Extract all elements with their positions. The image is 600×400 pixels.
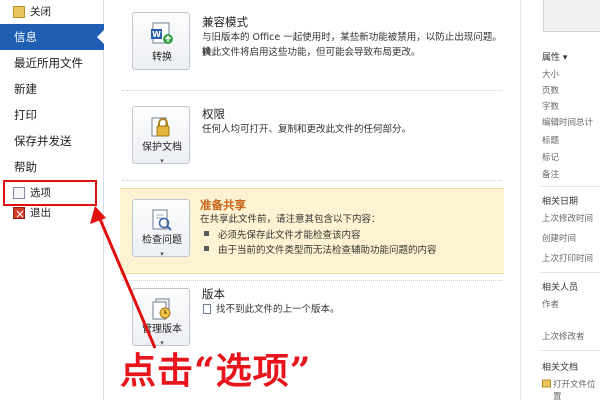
people-last-modified-by: 上次修改者 [542, 332, 585, 342]
prop-edit-time: 编辑时间总计 [542, 118, 594, 128]
prop-pages: 页数 [542, 86, 560, 96]
folder-icon [13, 6, 25, 18]
section-divider [122, 280, 502, 281]
permissions-section: 保护文档 ▾ 权限 任何人均可打开、复制和更改此文件的任何部分。 [122, 98, 502, 172]
prop-words: 字数 [542, 102, 560, 112]
word-convert-icon: W [151, 22, 173, 44]
prop-comments[interactable]: 备注 [542, 168, 559, 180]
convert-button[interactable]: W 转换 [132, 12, 190, 70]
nav-info-label: 信息 [14, 30, 37, 44]
prepare-bullet: 必须先保存此文件才能检查该内容 [204, 227, 361, 241]
nav-exit[interactable]: 退出 [0, 203, 104, 224]
nav-new-label: 新建 [14, 82, 37, 96]
nav-exit-label: 退出 [30, 207, 51, 219]
panel-divider [541, 272, 600, 273]
prepare-section: 检查问题 ▾ 准备共享 在共享此文件前，请注意其包含以下内容： 必须先保存此文件… [120, 188, 504, 274]
compat-section: W 转换 兼容模式 与旧版本的 Office 一起使用时，某些新功能被禁用，以防… [122, 10, 502, 80]
open-file-location-link[interactable]: 打开文件位置 [553, 378, 600, 400]
date-created: 创建时间 [542, 234, 577, 244]
prop-size: 大小 [542, 70, 560, 80]
nav-print-label: 打印 [14, 108, 37, 122]
versions-title: 版本 [202, 287, 225, 301]
people-author: 作者 [542, 300, 560, 310]
prepare-bullet: 由于当前的文件类型而无法检查辅助功能问题的内容 [204, 242, 437, 256]
nav-save-send-label: 保存并发送 [14, 134, 72, 148]
people-header: 相关人员 [542, 283, 579, 293]
exit-icon [13, 204, 25, 224]
panel-divider [541, 186, 600, 187]
prepare-desc: 在共享此文件前，请注意其包含以下内容： [200, 214, 381, 225]
compat-desc-2: 换此文件将启用这些功能，但可能会导致布局更改。 [202, 47, 421, 58]
version-doc-icon [203, 304, 211, 314]
nav-new[interactable]: 新建 [0, 76, 104, 102]
document-thumbnail [543, 0, 600, 32]
lock-icon [151, 117, 170, 137]
permissions-desc: 任何人均可打开、复制和更改此文件的任何部分。 [202, 124, 412, 135]
check-issues-button[interactable]: 检查问题 ▾ [132, 199, 190, 258]
info-panel: W 转换 兼容模式 与旧版本的 Office 一起使用时，某些新功能被禁用，以防… [104, 0, 520, 400]
date-modified: 上次修改时间 [542, 214, 594, 224]
prop-title[interactable]: 标题 [542, 134, 559, 146]
manage-versions-button[interactable]: 管理版本 ▾ [132, 288, 190, 347]
svg-text:W: W [152, 30, 161, 39]
protect-document-button[interactable]: 保护文档 ▾ [132, 106, 190, 165]
options-highlight-box [3, 180, 97, 206]
nav-close-label: 关闭 [30, 6, 51, 18]
prop-tags[interactable]: 标记 [542, 151, 559, 163]
convert-label: 转换 [152, 52, 172, 63]
dates-header: 相关日期 [542, 197, 579, 207]
versions-desc: 找不到此文件的上一个版本。 [216, 304, 340, 315]
annotation-text: 点击“选项” [120, 350, 312, 392]
nav-info[interactable]: 信息 [0, 24, 105, 50]
permissions-title: 权限 [202, 107, 225, 121]
inspect-document-icon [152, 209, 172, 231]
folder-icon [542, 379, 551, 388]
nav-save-send[interactable]: 保存并发送 [0, 128, 104, 154]
chevron-down-icon: ▾ [160, 157, 164, 165]
nav-print[interactable]: 打印 [0, 102, 104, 128]
check-issues-label: 检查问题 [142, 235, 182, 246]
nav-help[interactable]: 帮助 [0, 154, 104, 180]
prepare-title: 准备共享 [200, 198, 246, 212]
versions-icon [152, 298, 171, 320]
properties-panel: 属性 ▾ 大小 页数 字数 编辑时间总计 标题 标记 备注 相关日期 上次修改时… [520, 0, 600, 400]
properties-header[interactable]: 属性 ▾ [542, 50, 567, 63]
compat-title: 兼容模式 [202, 15, 248, 29]
nav-help-label: 帮助 [14, 160, 37, 174]
nav-close[interactable]: 关闭 [0, 2, 104, 22]
section-divider [122, 180, 502, 181]
section-divider [122, 90, 502, 91]
chevron-down-icon: ▾ [160, 250, 164, 258]
nav-recent[interactable]: 最近所用文件 [0, 50, 104, 76]
manage-versions-label: 管理版本 [142, 324, 182, 335]
protect-document-label: 保护文档 [142, 142, 182, 153]
date-printed: 上次打印时间 [542, 254, 594, 264]
panel-divider [541, 350, 600, 351]
docs-header: 相关文档 [542, 363, 579, 373]
nav-recent-label: 最近所用文件 [14, 56, 83, 70]
